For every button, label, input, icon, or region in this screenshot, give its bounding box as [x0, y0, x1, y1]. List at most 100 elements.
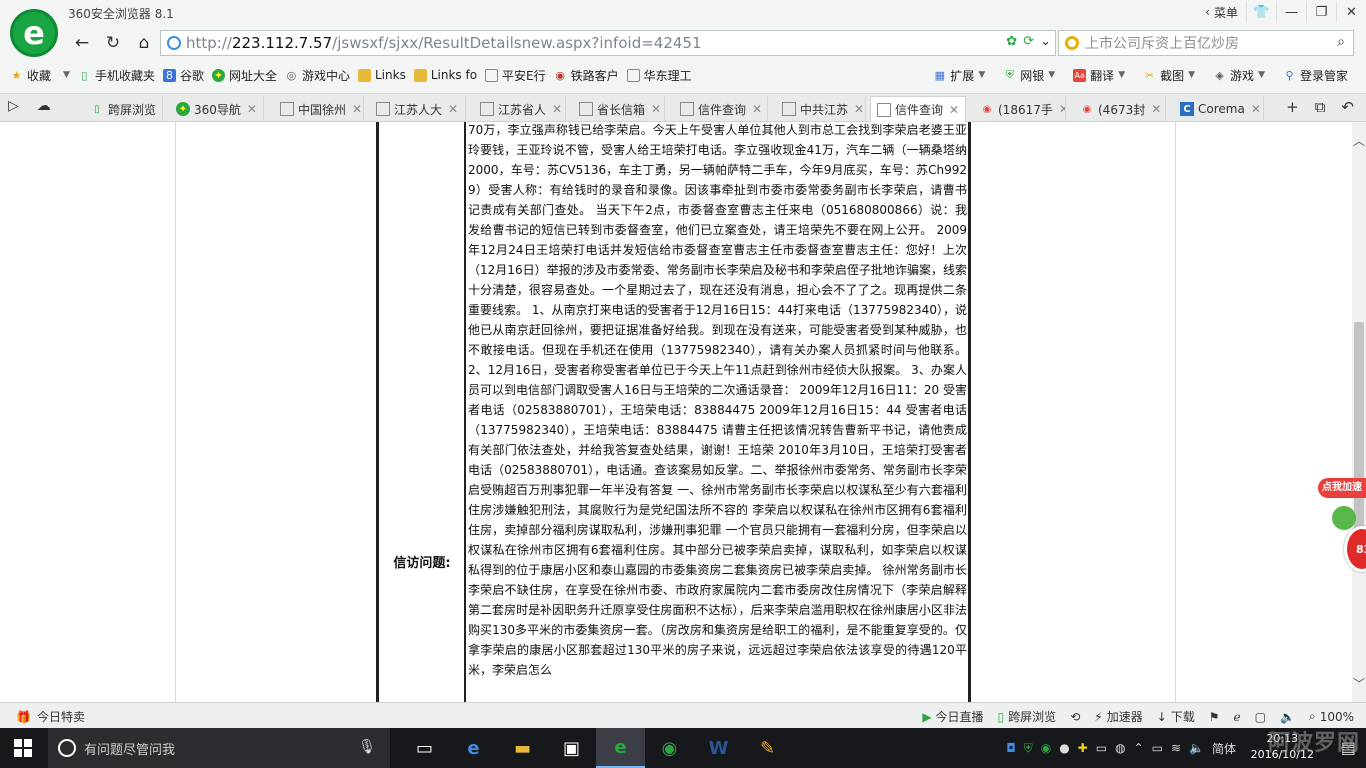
tab-corema[interactable]: C Corema ✕	[1174, 96, 1264, 122]
game-button[interactable]: ◈ 游戏 ▼	[1213, 67, 1273, 84]
tab-cross-screen[interactable]: ▯ 跨屏浏览	[84, 96, 163, 122]
close-tab-icon[interactable]: ✕	[448, 102, 458, 116]
bank-button[interactable]: ⛨ 网银 ▼	[1003, 67, 1063, 84]
extension-button[interactable]: ▦ 扩展 ▼	[933, 67, 993, 84]
plus-icon[interactable]: ✚	[1078, 741, 1088, 755]
tab-page[interactable]: 省长信箱 ✕	[573, 96, 665, 122]
login-manager-button[interactable]: ⚲ 登录管家	[1283, 67, 1356, 84]
bookmark-item[interactable]: ◉ 铁路客户	[554, 67, 627, 84]
shield-icon[interactable]: ⛨	[1024, 741, 1033, 756]
battery-icon[interactable]: ▭	[1152, 741, 1163, 755]
bookmark-item[interactable]: Links fo	[413, 68, 485, 82]
search-icon[interactable]: ⌕	[1337, 34, 1345, 50]
undo-close-icon[interactable]: ↶	[1341, 98, 1354, 116]
chevron-down-icon[interactable]: ⌄	[1040, 34, 1051, 49]
close-tab-icon[interactable]: ✕	[1251, 102, 1261, 116]
wechat-tray-icon[interactable]: ◉	[1041, 741, 1051, 755]
tab-page[interactable]: 信件查询 ✕	[674, 96, 768, 122]
wifi-icon[interactable]: ≋	[1171, 741, 1181, 755]
close-tab-icon[interactable]: ✕	[552, 102, 562, 116]
minimize-button[interactable]: —	[1276, 1, 1306, 23]
tray-app-icon[interactable]: ●	[1059, 741, 1069, 755]
refresh-button[interactable]: ↻	[101, 32, 125, 54]
qq-icon[interactable]: ◘	[1006, 741, 1016, 755]
bookmark-item[interactable]: 华东理工	[626, 67, 700, 84]
tab-page[interactable]: 中国徐州 ✕	[274, 96, 364, 122]
search-engine-icon[interactable]	[1065, 36, 1079, 50]
accelerator-button[interactable]: ⚡ 加速器	[1094, 708, 1142, 725]
tab-page[interactable]: 江苏省人 ✕	[474, 96, 566, 122]
ime-indicator[interactable]: 简体	[1212, 740, 1236, 757]
chevron-up-icon[interactable]: ⌃	[1134, 741, 1144, 755]
bookmark-item[interactable]: ◎ 游戏中心	[285, 67, 358, 84]
volume-button[interactable]: 🔈	[1280, 710, 1295, 724]
close-tab-icon[interactable]: ✕	[1059, 102, 1065, 116]
screenshot-button[interactable]: ✂ 截图 ▼	[1143, 67, 1203, 84]
speedup-widget[interactable]: 点我加速 83	[1318, 478, 1366, 578]
close-tab-icon[interactable]: ✕	[1151, 102, 1161, 116]
close-tab-icon[interactable]: ✕	[949, 103, 959, 117]
close-tab-icon[interactable]: ✕	[752, 102, 762, 116]
tab-active[interactable]: 信件查询 ✕	[870, 96, 966, 122]
explorer-icon[interactable]: ▬	[498, 728, 547, 768]
taskbar-search-input[interactable]: 有问题尽管问我	[84, 739, 175, 758]
cloud-icon[interactable]: ☁	[37, 98, 51, 114]
usb-icon[interactable]: ▭	[1096, 741, 1107, 755]
scroll-down-icon[interactable]: ﹀	[1352, 675, 1366, 692]
volume-tray-icon[interactable]: 🔈	[1189, 741, 1204, 755]
cortana-search[interactable]: 有问题尽管问我 🎙	[48, 728, 390, 768]
tab-weibo[interactable]: ◉ (4673封 ✕	[1074, 96, 1166, 122]
scroll-up-icon[interactable]: ︿	[1352, 132, 1366, 149]
home-button[interactable]: ⌂	[132, 32, 156, 54]
url-text[interactable]: http://223.112.7.57/jswsxf/sjxx/ResultDe…	[186, 34, 702, 52]
security-check-icon[interactable]: ✿	[1006, 34, 1017, 49]
today-deals[interactable]: 🎁 今日特卖	[16, 708, 85, 725]
task-view-icon[interactable]: ▭	[400, 728, 449, 768]
window-button[interactable]: ▢	[1255, 710, 1266, 724]
zoom-button[interactable]: ⌕ 100%	[1309, 709, 1354, 724]
microphone-icon[interactable]: 🎙	[358, 739, 376, 755]
refresh-status-button[interactable]: ⟲	[1070, 710, 1080, 724]
word-icon[interactable]: W	[694, 728, 743, 768]
tab-page[interactable]: 中共江苏 ✕	[776, 96, 866, 122]
translate-button[interactable]: Aa 翻译 ▼	[1073, 67, 1133, 84]
store-icon[interactable]: ▣	[547, 728, 596, 768]
bookmark-item[interactable]: 8 谷歌	[162, 67, 212, 84]
paint-icon[interactable]: ✎	[743, 728, 792, 768]
close-tab-icon[interactable]: ✕	[854, 102, 864, 116]
vertical-scrollbar[interactable]: ︿ ﹀	[1352, 122, 1366, 702]
close-tab-icon[interactable]: ✕	[651, 102, 661, 116]
browser-360-icon[interactable]: e	[596, 728, 645, 768]
skin-button[interactable]: 👕	[1246, 1, 1276, 23]
menu-button[interactable]: ‹ 菜单	[1197, 4, 1246, 21]
ie-mode-button[interactable]: ℯ	[1234, 710, 1241, 724]
tab-360-nav[interactable]: ✦ 360导航 ✕	[170, 96, 264, 122]
tab-weibo[interactable]: ◉(18617手✕	[974, 96, 1066, 122]
wechat-icon[interactable]: ◉	[645, 728, 694, 768]
close-tab-icon[interactable]: ✕	[247, 102, 257, 116]
chevron-down-icon[interactable]: ▼	[63, 70, 70, 80]
sidebar-toggle-icon[interactable]: ▷	[8, 98, 19, 114]
bookmark-item[interactable]: 平安E行	[485, 67, 554, 84]
network-drive-icon[interactable]: ◍	[1115, 741, 1125, 755]
close-button[interactable]: ✕	[1336, 1, 1366, 23]
restore-button[interactable]: ❐	[1306, 1, 1336, 23]
cross-screen-button[interactable]: ▯ 跨屏浏览	[998, 708, 1057, 725]
windows-start-icon[interactable]	[14, 739, 32, 757]
tab-list-icon[interactable]: ⧉	[1315, 98, 1326, 116]
bookmark-item[interactable]: Links	[358, 68, 414, 82]
address-bar[interactable]: http://223.112.7.57/jswsxf/sjxx/ResultDe…	[160, 30, 1056, 56]
live-button[interactable]: ▶ 今日直播	[922, 708, 983, 725]
bookmark-item[interactable]: ✦ 网址大全	[211, 67, 285, 84]
compat-mode-icon[interactable]: ⟳	[1023, 34, 1034, 49]
bookmark-item[interactable]: ★ 收藏 ▼	[10, 67, 78, 84]
flag-button[interactable]: ⚑	[1209, 710, 1220, 724]
back-button[interactable]: ←	[70, 32, 94, 54]
download-button[interactable]: ↓ 下载	[1157, 708, 1195, 725]
edge-icon[interactable]: e	[449, 728, 498, 768]
tab-page[interactable]: 江苏人大 ✕	[370, 96, 466, 122]
new-tab-icon[interactable]: +	[1286, 98, 1299, 116]
search-box[interactable]: 上市公司斥资上百亿炒房 ⌕	[1058, 30, 1354, 56]
close-tab-icon[interactable]: ✕	[352, 102, 362, 116]
search-input[interactable]: 上市公司斥资上百亿炒房	[1085, 33, 1239, 53]
